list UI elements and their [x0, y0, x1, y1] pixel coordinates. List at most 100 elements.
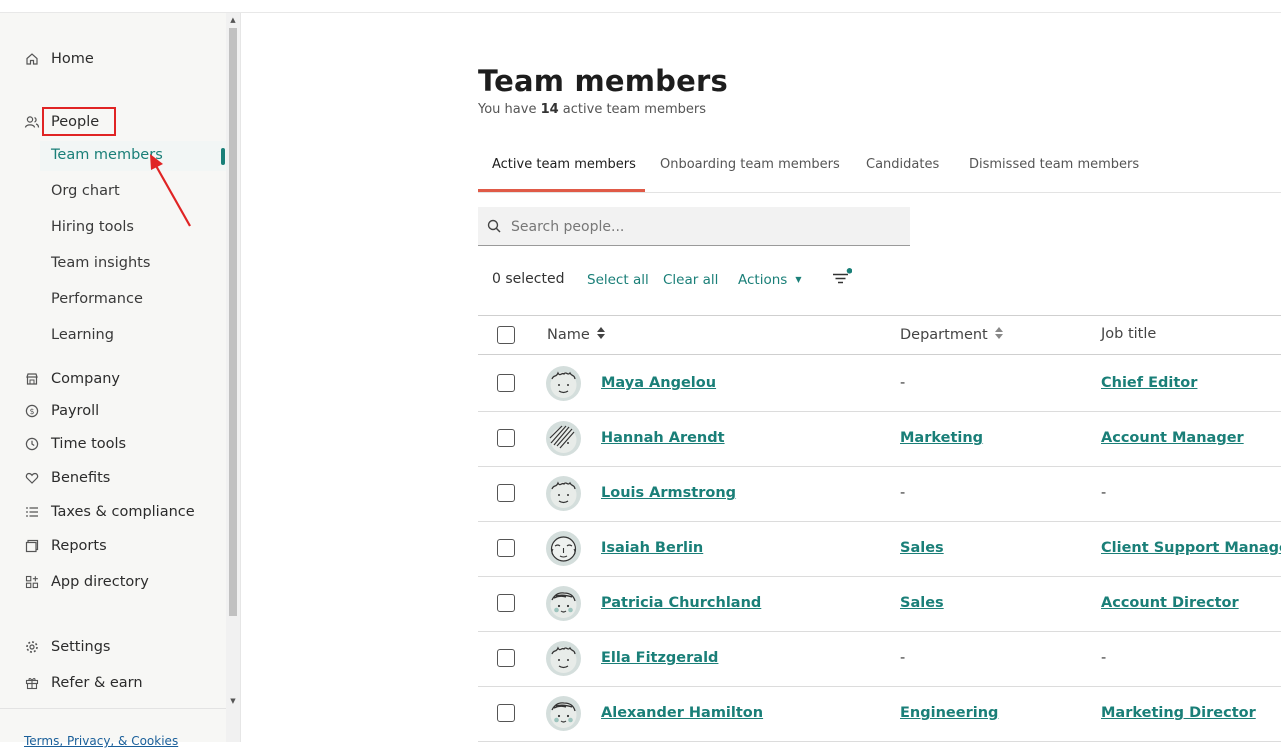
scroll-down-icon[interactable]: ▼ [228, 696, 238, 706]
row-checkbox[interactable] [497, 649, 515, 667]
sort-icon [994, 326, 1004, 344]
job-title-cell: - [1101, 650, 1107, 666]
member-name-link[interactable]: Ella Fitzgerald [601, 650, 718, 666]
page-subtitle: You have 14 active team members [478, 102, 706, 117]
table-header: Name Department Job title [478, 315, 1281, 355]
avatar [546, 531, 581, 566]
table-row: Louis Armstrong - - [478, 467, 1281, 522]
sidebar-item-taxes-compliance[interactable]: Taxes & compliance [0, 498, 226, 526]
gear-icon [24, 639, 40, 655]
sidebar-item-refer-earn[interactable]: Refer & earn [0, 669, 226, 697]
sidebar-item-label: Time tools [51, 436, 127, 452]
sidebar-item-benefits[interactable]: Benefits [0, 464, 226, 492]
sidebar-item-label: Refer & earn [51, 675, 143, 691]
terms-privacy-link[interactable]: Terms, Privacy, & Cookies [24, 734, 178, 748]
sidebar-item-payroll[interactable]: $ Payroll [0, 397, 226, 425]
table-row: Ella Fitzgerald - - [478, 632, 1281, 687]
job-title-cell[interactable]: Account Manager [1101, 430, 1244, 446]
sidebar-footer-divider [0, 708, 226, 709]
search-box [478, 207, 910, 247]
sidebar-item-settings[interactable]: Settings [0, 633, 226, 661]
department-cell[interactable]: Sales [900, 595, 944, 611]
department-cell[interactable]: Engineering [900, 705, 998, 721]
actions-dropdown[interactable]: Actions ▼ [738, 272, 801, 288]
clear-all-button[interactable]: Clear all [663, 272, 718, 288]
table-row: Maya Angelou - Chief Editor [478, 357, 1281, 412]
store-icon [24, 371, 40, 387]
sidebar-subitem-learning[interactable]: Learning [51, 327, 114, 343]
heart-icon [24, 470, 40, 486]
subtitle-suffix: active team members [558, 102, 707, 117]
tab-candidates[interactable]: Candidates [866, 157, 939, 172]
active-tab-underline [478, 189, 645, 192]
subtitle-prefix: You have [478, 102, 541, 117]
member-name-link[interactable]: Louis Armstrong [601, 485, 736, 501]
department-cell[interactable]: Sales [900, 540, 944, 556]
actions-label: Actions [738, 272, 788, 288]
member-name-link[interactable]: Alexander Hamilton [601, 705, 763, 721]
column-header-name[interactable]: Name [547, 326, 606, 344]
folder-icon [24, 538, 40, 554]
department-cell[interactable]: Marketing [900, 430, 983, 446]
sidebar-item-company[interactable]: Company [0, 365, 226, 393]
sidebar-item-label: Company [51, 371, 120, 387]
page-title: Team members [478, 64, 728, 98]
avatar [546, 696, 581, 731]
sidebar-item-label: Payroll [51, 403, 100, 419]
tab-onboarding-team-members[interactable]: Onboarding team members [660, 157, 840, 172]
column-label: Department [900, 327, 988, 343]
job-title-cell[interactable]: Chief Editor [1101, 375, 1197, 391]
sidebar-subitem-hiring-tools[interactable]: Hiring tools [51, 219, 134, 235]
avatar [546, 586, 581, 621]
job-title-cell: - [1101, 485, 1107, 501]
table-row: Hannah Arendt Marketing Account Manager [478, 412, 1281, 467]
svg-text:$: $ [30, 407, 35, 416]
row-checkbox[interactable] [497, 594, 515, 612]
select-all-checkbox[interactable] [497, 326, 515, 344]
department-cell: - [900, 650, 906, 666]
search-input[interactable] [509, 207, 903, 247]
active-indicator [221, 148, 225, 165]
sidebar-subitem-performance[interactable]: Performance [51, 291, 143, 307]
active-count: 14 [540, 102, 559, 117]
job-title-cell[interactable]: Client Support Manager [1101, 540, 1281, 556]
row-checkbox[interactable] [497, 374, 515, 392]
search-icon [487, 219, 502, 238]
home-icon [24, 51, 40, 67]
clock-icon [24, 436, 40, 452]
sidebar-item-home[interactable]: Home [0, 45, 226, 73]
avatar [546, 366, 581, 401]
row-checkbox[interactable] [497, 539, 515, 557]
sidebar-item-reports[interactable]: Reports [0, 532, 226, 560]
row-checkbox[interactable] [497, 429, 515, 447]
column-header-department[interactable]: Department [900, 326, 1004, 344]
select-all-button[interactable]: Select all [587, 272, 649, 288]
sidebar-item-time-tools[interactable]: Time tools [0, 430, 226, 458]
tab-active-team-members[interactable]: Active team members [492, 157, 636, 172]
member-name-link[interactable]: Maya Angelou [601, 375, 716, 391]
column-header-job-title[interactable]: Job title [1101, 326, 1156, 342]
department-cell: - [900, 375, 906, 391]
sidebar-item-label: Reports [51, 538, 107, 554]
gift-icon [24, 675, 40, 691]
selected-count: 0 selected [492, 271, 565, 287]
people-icon [24, 114, 40, 130]
scroll-up-icon[interactable]: ▲ [228, 15, 238, 25]
table-row: Isaiah Berlin Sales Client Support Manager [478, 522, 1281, 577]
sidebar-subitem-org-chart[interactable]: Org chart [51, 183, 120, 199]
sidebar-item-app-directory[interactable]: App directory [0, 568, 226, 596]
row-checkbox[interactable] [497, 704, 515, 722]
row-checkbox[interactable] [497, 484, 515, 502]
member-name-link[interactable]: Hannah Arendt [601, 430, 725, 446]
member-name-link[interactable]: Patricia Churchland [601, 595, 761, 611]
apps-icon [24, 574, 40, 590]
sidebar-item-label: Benefits [51, 470, 111, 486]
member-name-link[interactable]: Isaiah Berlin [601, 540, 703, 556]
sidebar-subitem-team-insights[interactable]: Team insights [51, 255, 150, 271]
list-icon [24, 504, 40, 520]
tab-dismissed-team-members[interactable]: Dismissed team members [969, 157, 1139, 172]
job-title-cell[interactable]: Marketing Director [1101, 705, 1256, 721]
scrollbar-thumb[interactable] [229, 28, 237, 616]
job-title-cell[interactable]: Account Director [1101, 595, 1239, 611]
filter-icon[interactable] [832, 268, 853, 292]
